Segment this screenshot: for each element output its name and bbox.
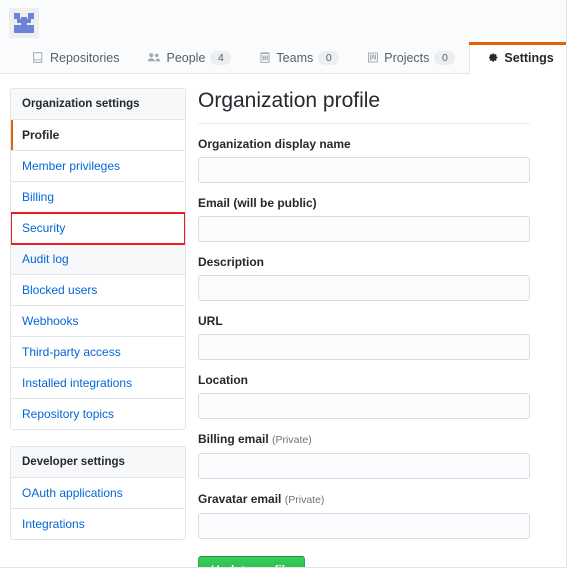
people-icon: [147, 51, 161, 64]
field-organization-display-name: Organization display name: [198, 137, 530, 183]
sidebar-item-label: Member privileges: [22, 159, 121, 173]
field-label-text: Billing email: [198, 432, 269, 446]
sidebar-item-label: Profile: [22, 128, 60, 142]
sidebar-item-label: OAuth applications: [22, 486, 123, 500]
field-label-text: Email (will be public): [198, 196, 317, 210]
location-input[interactable]: [198, 393, 530, 419]
gear-icon: [486, 51, 499, 64]
field-email: Email (will be public): [198, 196, 530, 242]
tab-repositories[interactable]: Repositories: [18, 42, 133, 73]
field-label: Gravatar email (Private): [198, 492, 530, 508]
sidebar-item-third-party-access[interactable]: Third-party access: [11, 337, 185, 368]
field-label: Email (will be public): [198, 196, 530, 211]
update-profile-button[interactable]: Update profile: [198, 556, 305, 567]
gravatar-email-input[interactable]: [198, 513, 530, 539]
field-label-text: Organization display name: [198, 137, 351, 151]
field-privacy-note: (Private): [284, 494, 325, 506]
organization-display-name-input[interactable]: [198, 157, 530, 183]
tab-counter: 4: [210, 50, 232, 65]
menu-heading-organization-settings: Organization settings: [11, 89, 185, 120]
field-label-text: Location: [198, 373, 248, 387]
sidebar-item-audit-log[interactable]: Audit log: [11, 244, 185, 275]
tab-label: Repositories: [50, 50, 120, 65]
sidebar-item-member-privileges[interactable]: Member privileges: [11, 151, 185, 182]
field-label: Location: [198, 373, 530, 388]
field-label-text: URL: [198, 314, 223, 328]
url-input[interactable]: [198, 334, 530, 360]
form-actions: Update profile: [198, 556, 530, 567]
field-url: URL: [198, 314, 530, 360]
sidebar-item-label: Audit log: [22, 252, 69, 266]
field-label: Description: [198, 255, 530, 270]
field-label: Billing email (Private): [198, 432, 530, 448]
repo-icon: [32, 51, 45, 64]
description-input[interactable]: [198, 275, 530, 301]
tab-label: People: [166, 50, 206, 65]
sidebar-item-label: Blocked users: [22, 283, 98, 297]
page-header: [0, 0, 566, 42]
menu-developer-settings: Developer settings OAuth applications In…: [10, 446, 186, 540]
sidebar-item-blocked-users[interactable]: Blocked users: [11, 275, 185, 306]
sidebar-item-webhooks[interactable]: Webhooks: [11, 306, 185, 337]
tab-people[interactable]: People 4: [133, 42, 245, 73]
field-description: Description: [198, 255, 530, 301]
field-privacy-note: (Private): [272, 434, 312, 446]
sidebar-item-installed-integrations[interactable]: Installed integrations: [11, 368, 185, 399]
sidebar-item-billing[interactable]: Billing: [11, 182, 185, 213]
sidebar-item-label: Billing: [22, 190, 55, 204]
projects-icon: [367, 51, 379, 64]
sidebar-item-label: Integrations: [22, 517, 85, 531]
settings-sidebar: Organization settings Profile Member pri…: [10, 88, 186, 567]
field-billing-email: Billing email (Private): [198, 432, 530, 479]
tab-settings[interactable]: Settings: [469, 42, 566, 74]
tab-teams[interactable]: Teams 0: [245, 42, 353, 73]
primary-tab-bar: Repositories People 4 Teams 0 Projects 0…: [0, 42, 566, 74]
sidebar-item-oauth-applications[interactable]: OAuth applications: [11, 478, 185, 509]
field-gravatar-email: Gravatar email (Private): [198, 492, 530, 539]
organization-avatar[interactable]: [9, 8, 39, 38]
sidebar-item-profile[interactable]: Profile: [11, 120, 185, 151]
sidebar-item-label: Installed integrations: [22, 376, 133, 390]
menu-heading-developer-settings: Developer settings: [11, 447, 185, 478]
page-title: Organization profile: [198, 88, 530, 124]
menu-organization-settings: Organization settings Profile Member pri…: [10, 88, 186, 430]
tab-label: Settings: [504, 50, 554, 65]
sidebar-item-repository-topics[interactable]: Repository topics: [11, 399, 185, 429]
field-label-text: Description: [198, 255, 265, 269]
teams-icon: [259, 51, 271, 64]
field-label: Organization display name: [198, 137, 530, 152]
email-input[interactable]: [198, 216, 530, 242]
sidebar-item-label: Webhooks: [22, 314, 79, 328]
tab-counter: 0: [318, 50, 340, 65]
billing-email-input[interactable]: [198, 453, 530, 479]
sidebar-item-security[interactable]: Security: [11, 212, 185, 245]
content-area: Organization settings Profile Member pri…: [0, 74, 566, 567]
tab-counter: 0: [434, 50, 456, 65]
tab-label: Teams: [276, 50, 314, 65]
sidebar-item-label: Security: [22, 221, 66, 235]
sidebar-item-integrations[interactable]: Integrations: [11, 509, 185, 539]
sidebar-item-label: Third-party access: [22, 345, 121, 359]
field-label: URL: [198, 314, 530, 329]
tab-label: Projects: [384, 50, 430, 65]
profile-settings-panel: Organization profile Organization displa…: [186, 88, 566, 567]
organization-settings-page: Repositories People 4 Teams 0 Projects 0…: [0, 0, 567, 568]
field-location: Location: [198, 373, 530, 419]
sidebar-item-label: Repository topics: [22, 407, 115, 421]
tab-projects[interactable]: Projects 0: [353, 42, 469, 73]
field-label-text: Gravatar email: [198, 492, 282, 506]
